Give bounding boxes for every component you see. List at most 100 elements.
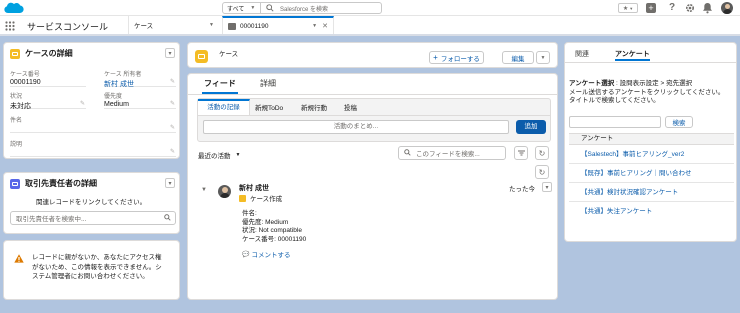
global-search-box[interactable]: すべて ▼ Salesforce を検索 [222,2,382,14]
add-activity-button[interactable]: 追加 [516,120,546,134]
search-icon [164,213,171,223]
search-icon [266,4,274,12]
tab-survey[interactable]: アンケート [615,49,650,61]
tab-feed[interactable]: フィード [202,78,238,94]
warning-icon [14,254,24,265]
feed-refresh-button[interactable]: ↻ [535,146,549,160]
field-label: ケース 所有者 [104,72,142,78]
publisher-tab-new-event[interactable]: 新規行動 [301,102,327,112]
search-scope-select[interactable]: すべて ▼ [223,3,261,13]
feed-timestamp[interactable]: たった今 [509,183,535,193]
field-value: Medium [104,101,129,108]
feed-sort-dropdown[interactable]: 最近の活動 ▼ [198,150,240,160]
activity-publisher: 活動の記録 新規ToDo 新規行動 投稿 活動のまとめ... 追加 [197,98,551,142]
field-label: 説明 [10,142,23,148]
chevron-down-icon: ▼ [235,152,241,158]
global-search-input[interactable]: Salesforce を検索 [280,4,328,13]
tab-related[interactable]: 関連 [575,49,589,59]
comment-button[interactable]: 💬 コメントする [242,249,291,260]
edit-pencil-icon[interactable]: ✎ [170,124,175,131]
case-details-header: ケースの詳細 [10,48,73,59]
feed-action-text: ケース作成 [250,196,283,203]
survey-instruction-line: メール送信するアンケートをクリックしてください。 [569,88,725,96]
favorites-button[interactable]: ★ ▼ [618,3,638,13]
search-icon [404,148,411,158]
field-label: ケース番号 [10,72,40,78]
setup-gear-icon[interactable] [684,2,696,14]
publisher-tab-log-activity[interactable]: 活動の記録 [198,99,250,115]
edit-pencil-icon[interactable]: ✎ [170,78,175,85]
global-header: すべて ▼ Salesforce を検索 ★ ▼ + ? [0,0,740,16]
activity-summary-input[interactable]: 活動のまとめ... [203,120,509,134]
survey-list-item[interactable]: 【共通】失注アンケート [569,202,734,221]
survey-instructions: アンケート選択 : 設問表示設定 > 宛先選択 メール送信するアンケートをクリッ… [569,80,734,106]
record-object-label: ケース [219,51,239,58]
plus-icon: + [433,53,438,62]
feed-line-status: 状況: Not compatible [242,227,302,234]
feed-line-case-number: ケース番号: 00001190 [242,235,307,243]
edit-pencil-icon[interactable]: ✎ [170,100,175,107]
survey-list-item[interactable]: 【共通】検討状況確認アンケート [569,183,734,202]
field-case-owner: ケース 所有者 新村 成世 ✎ [104,69,176,89]
feed-search-input[interactable]: このフィードを検索... [398,146,506,160]
case-record-icon [195,50,208,63]
comment-label: コメントする [251,252,291,259]
field-value: 未対応 [10,103,31,110]
publisher-tab-new-todo[interactable]: 新規ToDo [255,102,283,112]
feed-line-subject: 件名: [242,210,257,217]
salesforce-logo[interactable] [4,2,24,14]
feed-refresh-secondary-button[interactable]: ↻ [535,165,549,179]
edit-pencil-icon[interactable]: ✎ [170,148,175,155]
comment-icon: 💬 [242,251,250,258]
chevron-down-icon[interactable]: ▼ [209,22,214,28]
survey-search-button[interactable]: 検索 [665,116,693,128]
case-details-menu-button[interactable]: ▾ [165,48,175,58]
help-icon[interactable]: ? [667,2,677,14]
edit-button[interactable]: 編集 [502,51,534,64]
case-record-icon [10,48,20,59]
contact-search-placeholder: 取引先責任者を検索中... [16,216,87,223]
survey-instruction-title: アンケート選択 [569,80,615,87]
global-actions-icon[interactable]: + [646,3,656,13]
survey-list-item[interactable]: 【既存】事前ヒアリング｜問い合わせ [569,164,734,183]
field-value: 00001190 [10,79,41,86]
record-actions-dropdown[interactable]: ▼ [536,51,550,64]
close-tab-icon[interactable]: ✕ [322,22,328,30]
case-owner-link[interactable]: 新村 成世 [104,79,176,89]
workspace-tab-record[interactable]: 00001190 ▼ ✕ [222,16,334,34]
contact-details-title: 取引先責任者の詳細 [25,179,97,188]
feed-item-body: 件名: 優先度: Medium 状況: Not compatible ケース番号… [242,210,306,244]
publisher-tab-post[interactable]: 投稿 [344,102,357,112]
case-details-card: ケースの詳細 ▾ ケース番号 00001190 ケース 所有者 新村 成世 ✎ … [3,42,180,159]
survey-list-item[interactable]: 【Salestech】事前ヒアリング_ver2 [569,145,734,164]
tab-details[interactable]: 詳細 [260,78,276,94]
contact-details-menu-button[interactable]: ▾ [165,178,175,188]
field-label: 件名 [10,118,23,124]
survey-search-input[interactable] [569,116,661,128]
feed-panel: フィード 詳細 活動の記録 新規ToDo 新規行動 投稿 活動のまとめ... 追… [187,73,558,300]
app-name: サービスコンソール [27,22,109,32]
feed-line-priority: 優先度: Medium [242,218,289,226]
app-launcher-icon[interactable] [5,21,15,31]
object-nav-tab[interactable]: ケース ▼ [128,16,218,34]
console-nav-bar: サービスコンソール ケース ▼ 00001190 ▼ ✕ [0,16,740,36]
notifications-bell-icon[interactable] [702,2,713,14]
field-priority: 優先度 Medium ✎ [104,91,176,109]
feed-author-link[interactable]: 新村 成世 [239,183,269,193]
workspace-tab-label: 00001190 [240,22,269,30]
record-header: ケース + フォローする 編集 ▼ [187,42,558,68]
object-nav-tab-label: ケース [134,23,154,30]
feed-item-menu-button[interactable]: ▾ [542,182,552,192]
user-avatar[interactable] [721,2,733,14]
author-avatar[interactable] [218,185,231,198]
survey-list: 【Salestech】事前ヒアリング_ver2 【既存】事前ヒアリング｜問い合わ… [569,145,734,221]
contact-search-input[interactable]: 取引先責任者を検索中... [10,211,176,225]
chevron-down-icon: ▼ [250,5,256,11]
chevron-down-icon[interactable]: ▼ [201,187,207,193]
search-scope-label: すべて [227,6,245,13]
follow-button[interactable]: + フォローする [429,51,484,64]
feed-filter-button[interactable] [514,146,528,160]
chevron-down-icon[interactable]: ▼ [312,23,317,29]
contact-link-prompt: 関連レコードをリンクしてください。 [36,199,147,206]
edit-pencil-icon[interactable]: ✎ [80,100,85,107]
